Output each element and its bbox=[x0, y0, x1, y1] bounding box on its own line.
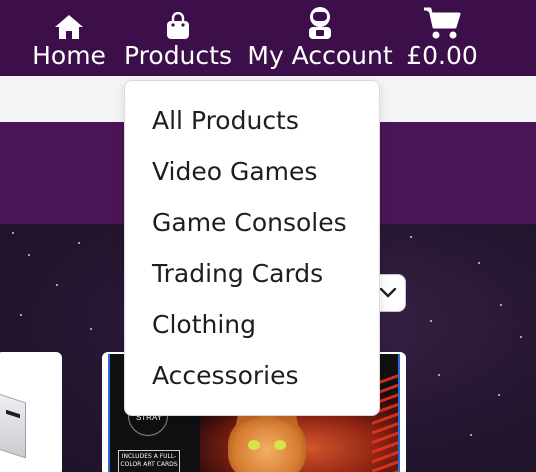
nav-home-label: Home bbox=[32, 41, 106, 70]
top-navigation: Home Products My Account £0.00 bbox=[0, 0, 536, 76]
cat-eye bbox=[248, 440, 260, 450]
star bbox=[56, 284, 58, 286]
star bbox=[12, 232, 14, 234]
star bbox=[90, 328, 92, 330]
star bbox=[438, 374, 440, 376]
console-image bbox=[0, 389, 26, 459]
astronaut-icon bbox=[305, 0, 335, 40]
nav-my-account[interactable]: My Account bbox=[247, 0, 393, 76]
star bbox=[478, 262, 480, 264]
nav-cart-total: £0.00 bbox=[406, 41, 478, 70]
nav-my-account-label: My Account bbox=[247, 41, 393, 70]
cat-eye bbox=[274, 440, 286, 450]
product-card-console[interactable] bbox=[0, 352, 62, 472]
star bbox=[498, 394, 500, 396]
chevron-down-icon bbox=[379, 284, 397, 303]
nav-products[interactable]: Products bbox=[124, 0, 232, 76]
star bbox=[520, 336, 522, 338]
menu-item-video-games[interactable]: Video Games bbox=[152, 150, 317, 194]
menu-item-game-consoles[interactable]: Game Consoles bbox=[152, 201, 347, 245]
products-dropdown-menu: All Products Video Games Game Consoles T… bbox=[124, 80, 380, 416]
shopping-bag-icon bbox=[165, 0, 191, 40]
nav-products-label: Products bbox=[124, 41, 232, 70]
star bbox=[20, 314, 22, 316]
star bbox=[78, 242, 80, 244]
cat-illustration bbox=[228, 412, 306, 472]
menu-item-all-products[interactable]: All Products bbox=[152, 99, 299, 143]
cover-label: INCLUDES A FULL-COLOR ART CARDS bbox=[118, 450, 180, 472]
star bbox=[500, 304, 502, 306]
home-icon bbox=[54, 0, 84, 40]
menu-item-trading-cards[interactable]: Trading Cards bbox=[152, 252, 323, 296]
nav-cart[interactable]: £0.00 bbox=[406, 0, 478, 76]
menu-item-accessories[interactable]: Accessories bbox=[152, 354, 299, 398]
star bbox=[28, 254, 30, 256]
star bbox=[410, 236, 412, 238]
star bbox=[430, 320, 432, 322]
menu-item-clothing[interactable]: Clothing bbox=[152, 303, 256, 347]
shopping-cart-icon bbox=[423, 0, 461, 40]
star bbox=[470, 434, 472, 436]
nav-home[interactable]: Home bbox=[32, 0, 106, 76]
